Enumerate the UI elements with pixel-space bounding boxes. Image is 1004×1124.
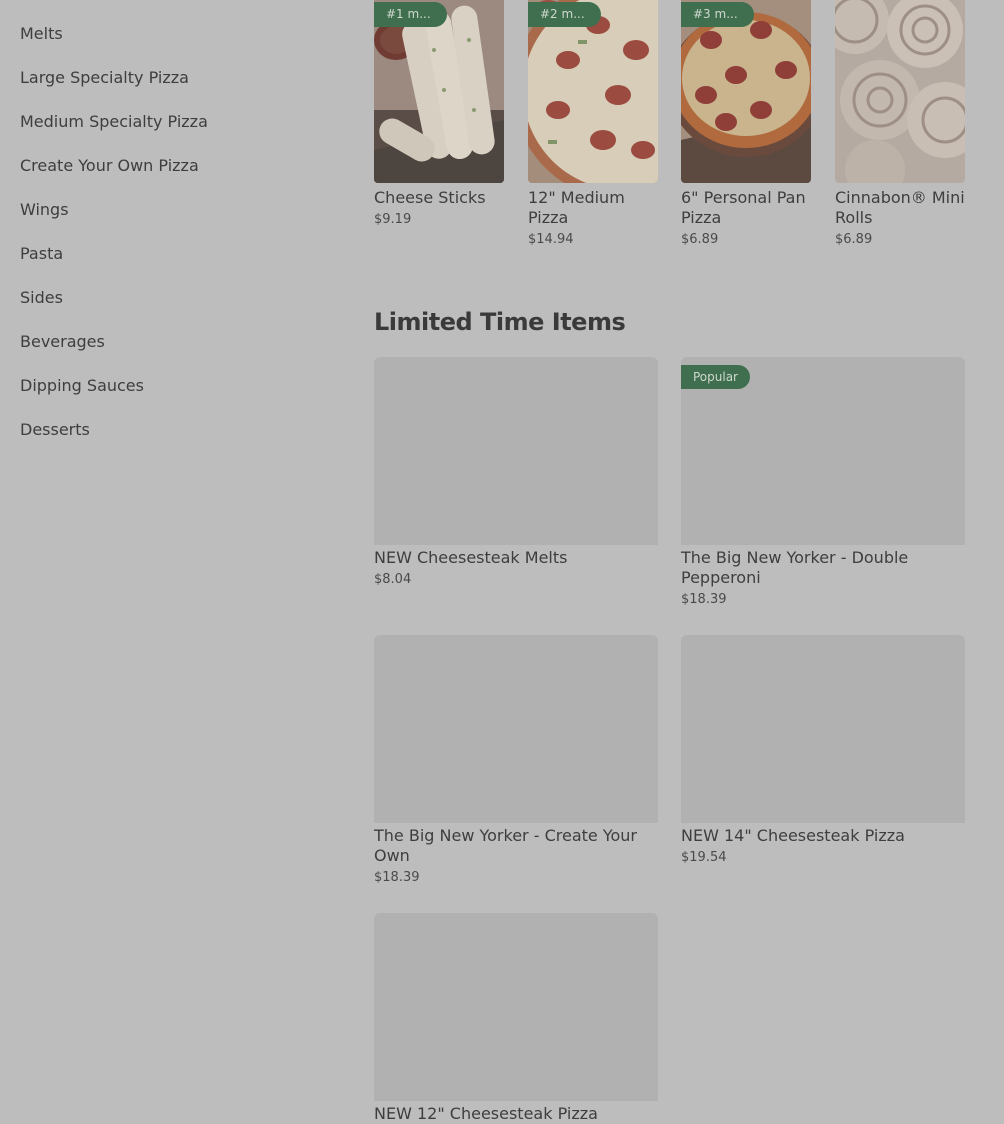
- limited-item-card[interactable]: The Big New Yorker - Create Your Own $18…: [374, 635, 658, 885]
- product-price: $19.54: [681, 850, 727, 865]
- product-price: $14.94: [528, 232, 574, 247]
- product-price: $18.39: [374, 870, 420, 885]
- rank-badge: #2 m...: [528, 2, 601, 27]
- section-title: Limited Time Items: [374, 308, 626, 336]
- pizza-image: [528, 0, 658, 183]
- popular-item-card[interactable]: Cinnabon® Mini Rolls $6.89: [835, 0, 965, 247]
- sidebar-item-large-specialty-pizza[interactable]: Large Specialty Pizza: [20, 66, 320, 110]
- product-price: $9.19: [374, 212, 412, 227]
- product-name[interactable]: 6" Personal Pan Pizza: [681, 188, 811, 228]
- sidebar-item-pasta[interactable]: Pasta: [20, 242, 320, 286]
- limited-item-card[interactable]: NEW Cheesesteak Melts $8.04: [374, 357, 658, 587]
- sidebar-item-sides[interactable]: Sides: [20, 286, 320, 330]
- product-image[interactable]: #1 m...: [374, 0, 504, 183]
- product-image-placeholder[interactable]: [374, 913, 658, 1101]
- product-name[interactable]: Cheese Sticks: [374, 188, 504, 208]
- product-image[interactable]: #2 m...: [528, 0, 658, 183]
- product-price: $8.04: [374, 572, 412, 587]
- product-image-placeholder[interactable]: [374, 357, 658, 545]
- popular-items-row: #1 m... Cheese Sticks $9.19 #2 m... 12" …: [374, 0, 1004, 260]
- sidebar-item-dipping-sauces[interactable]: Dipping Sauces: [20, 374, 320, 418]
- product-image-placeholder[interactable]: [374, 635, 658, 823]
- product-name[interactable]: NEW 14" Cheesesteak Pizza: [681, 826, 965, 846]
- limited-item-card[interactable]: NEW 12" Cheesesteak Pizza: [374, 913, 658, 1124]
- product-price: $6.89: [681, 232, 719, 247]
- product-name[interactable]: NEW Cheesesteak Melts: [374, 548, 658, 568]
- category-sidebar: Melts Large Specialty Pizza Medium Speci…: [20, 22, 320, 462]
- cheese-sticks-image: [374, 0, 504, 183]
- popular-item-card[interactable]: #2 m... 12" Medium Pizza $14.94: [528, 0, 658, 247]
- product-name[interactable]: 12" Medium Pizza: [528, 188, 658, 228]
- sidebar-item-desserts[interactable]: Desserts: [20, 418, 320, 462]
- popular-badge: Popular: [681, 365, 750, 389]
- popular-item-card[interactable]: #3 m... 6" Personal Pan Pizza $6.89: [681, 0, 811, 247]
- sidebar-item-beverages[interactable]: Beverages: [20, 330, 320, 374]
- product-price: $6.89: [835, 232, 873, 247]
- sidebar-item-melts[interactable]: Melts: [20, 22, 320, 66]
- pan-pizza-image: [681, 0, 811, 183]
- limited-item-card[interactable]: NEW 14" Cheesesteak Pizza $19.54: [681, 635, 965, 865]
- product-name[interactable]: The Big New Yorker - Double Pepperoni: [681, 548, 965, 588]
- product-image-placeholder[interactable]: [681, 635, 965, 823]
- product-image[interactable]: #3 m...: [681, 0, 811, 183]
- sidebar-item-medium-specialty-pizza[interactable]: Medium Specialty Pizza: [20, 110, 320, 154]
- cinnamon-rolls-image: [835, 0, 965, 183]
- rank-badge: #1 m...: [374, 2, 447, 27]
- product-name[interactable]: Cinnabon® Mini Rolls: [835, 188, 965, 228]
- popular-item-card[interactable]: #1 m... Cheese Sticks $9.19: [374, 0, 504, 227]
- sidebar-item-wings[interactable]: Wings: [20, 198, 320, 242]
- product-name[interactable]: NEW 12" Cheesesteak Pizza: [374, 1104, 658, 1124]
- rank-badge: #3 m...: [681, 2, 754, 27]
- product-image-placeholder[interactable]: Popular: [681, 357, 965, 545]
- product-name[interactable]: The Big New Yorker - Create Your Own: [374, 826, 658, 866]
- sidebar-item-create-your-own-pizza[interactable]: Create Your Own Pizza: [20, 154, 320, 198]
- limited-item-card[interactable]: Popular The Big New Yorker - Double Pepp…: [681, 357, 965, 607]
- product-image[interactable]: [835, 0, 965, 183]
- product-price: $18.39: [681, 592, 727, 607]
